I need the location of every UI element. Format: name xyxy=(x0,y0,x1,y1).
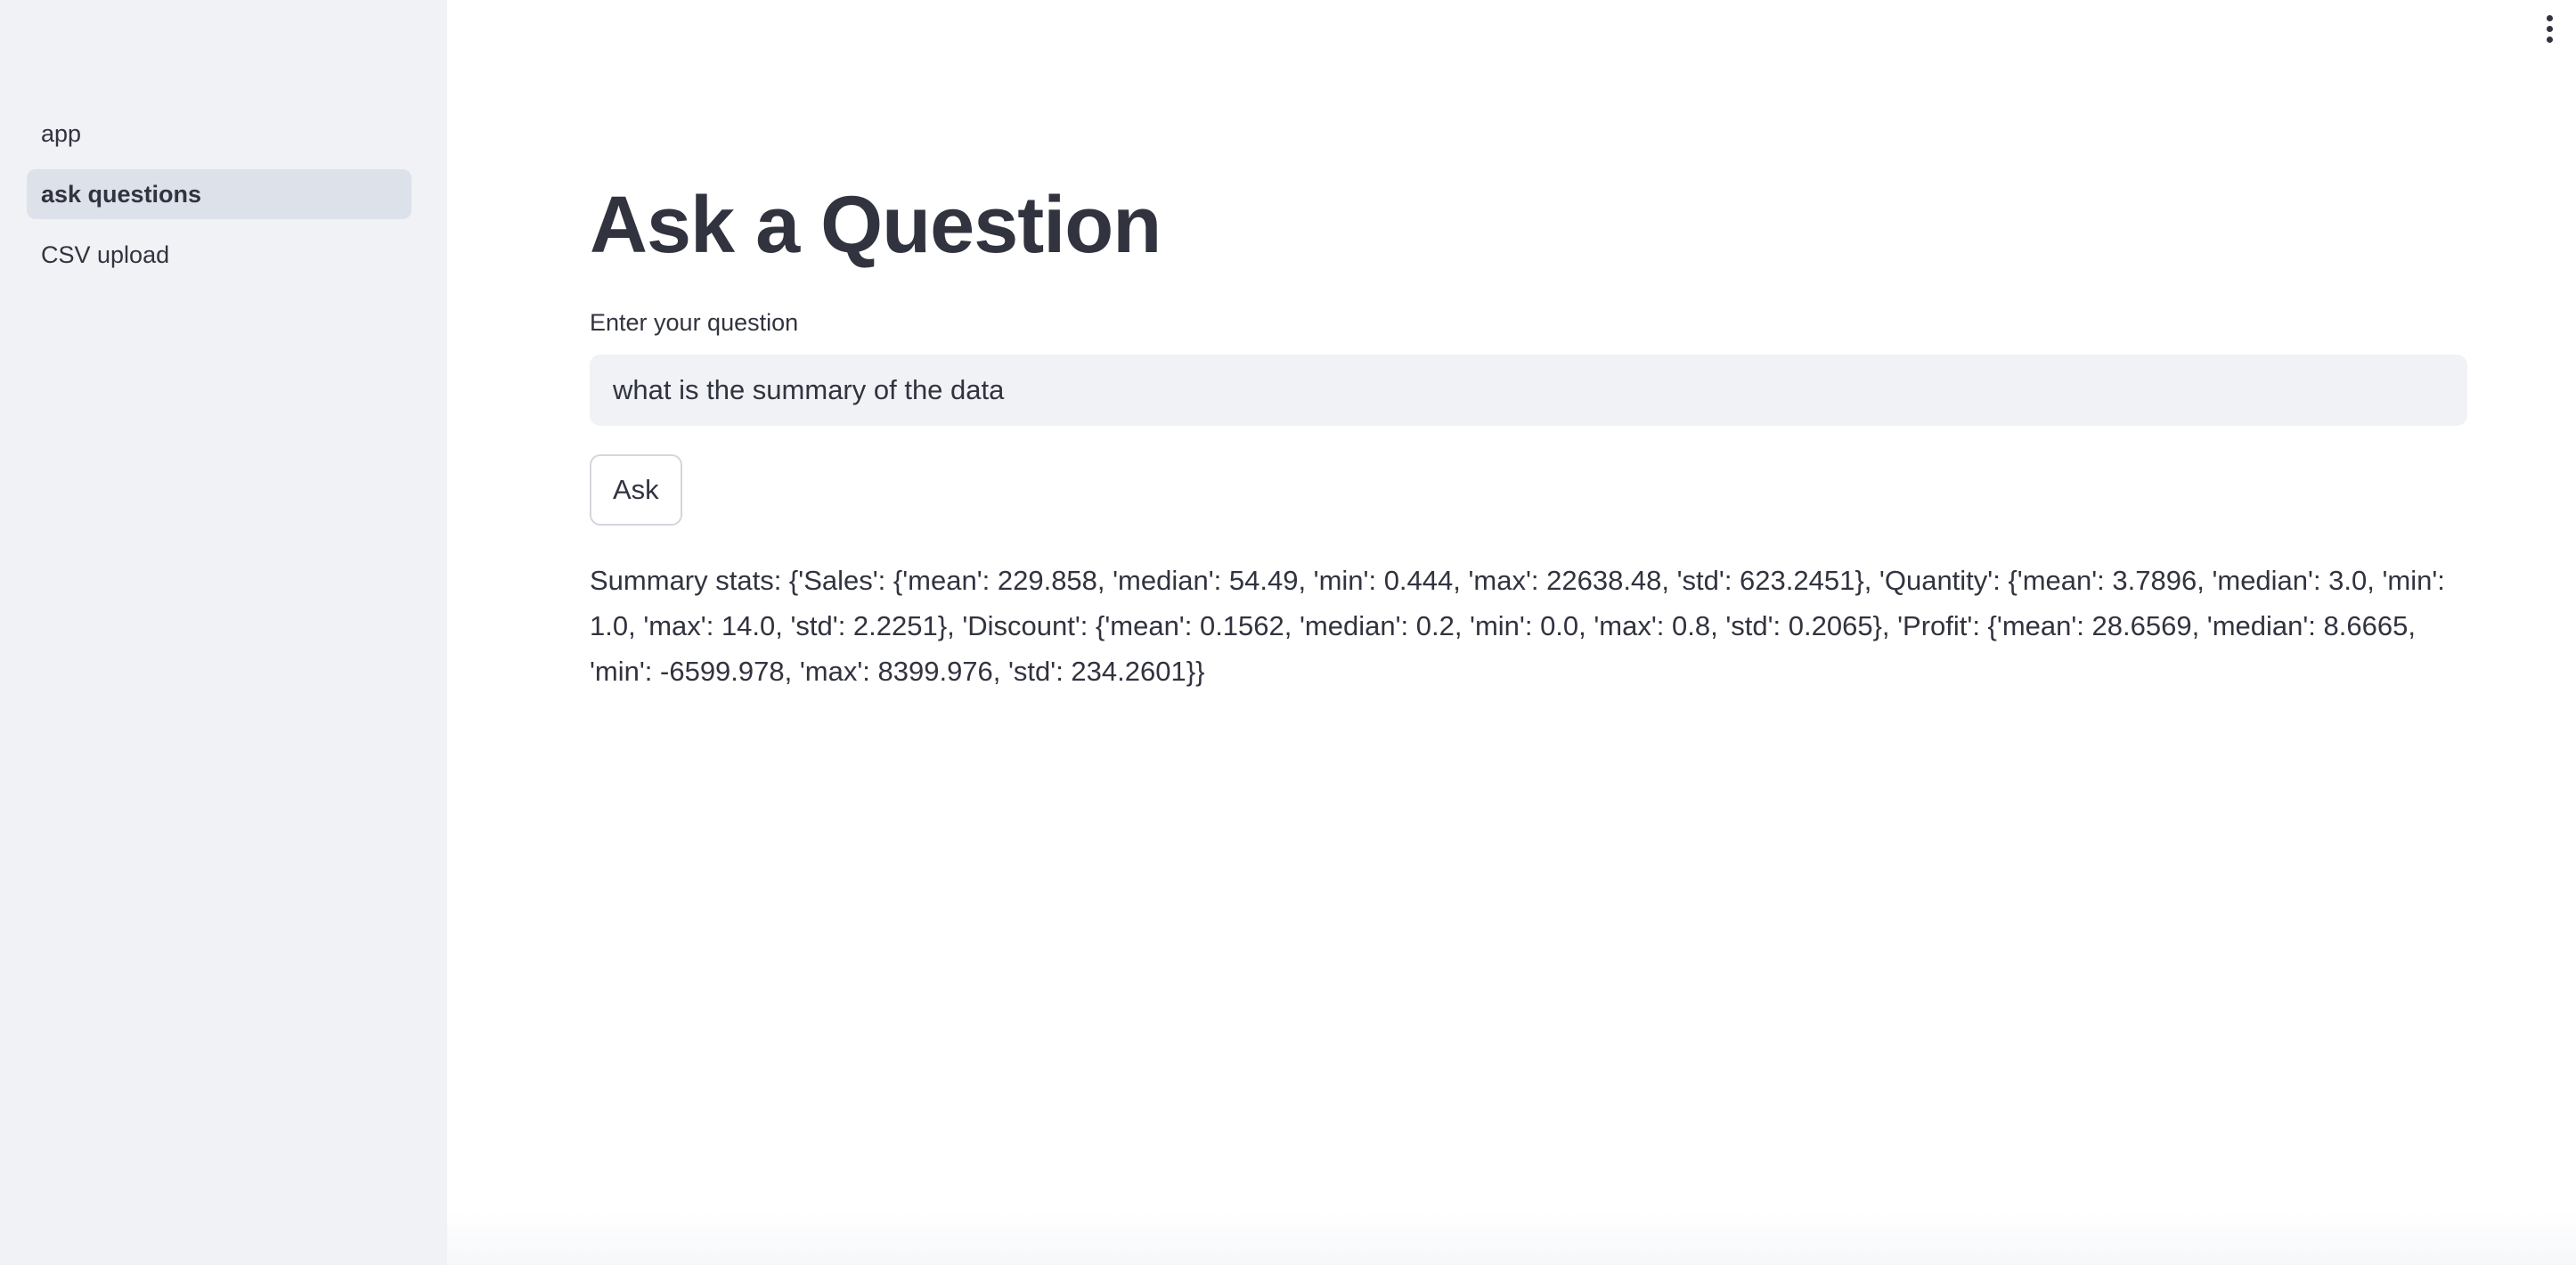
page-title: Ask a Question xyxy=(590,181,1162,270)
sidebar-item-app[interactable]: app xyxy=(27,109,412,159)
main-menu-button[interactable] xyxy=(2535,12,2564,45)
sidebar-item-label: ask questions xyxy=(41,180,202,208)
question-label: Enter your question xyxy=(590,309,799,336)
bottom-fade xyxy=(447,1212,2576,1265)
sidebar-item-label: app xyxy=(41,119,82,147)
answer-text: Summary stats: {'Sales': {'mean': 229.85… xyxy=(590,565,2445,687)
ask-button[interactable]: Ask xyxy=(590,454,682,526)
sidebar-nav: app ask questions CSV upload xyxy=(27,109,412,290)
sidebar: app ask questions CSV upload xyxy=(0,0,447,1265)
sidebar-item-csv-upload[interactable]: CSV upload xyxy=(27,230,412,280)
app-root: app ask questions CSV upload Ask a Quest… xyxy=(0,0,2576,1265)
vertical-ellipsis-icon xyxy=(2546,14,2553,43)
sidebar-item-ask-questions[interactable]: ask questions xyxy=(27,169,412,219)
main-content: Ask a Question Enter your question Ask S… xyxy=(447,0,2576,1265)
question-input[interactable] xyxy=(590,355,2467,426)
content-block: Ask a Question Enter your question Ask S… xyxy=(590,169,2467,694)
sidebar-item-label: CSV upload xyxy=(41,241,170,268)
